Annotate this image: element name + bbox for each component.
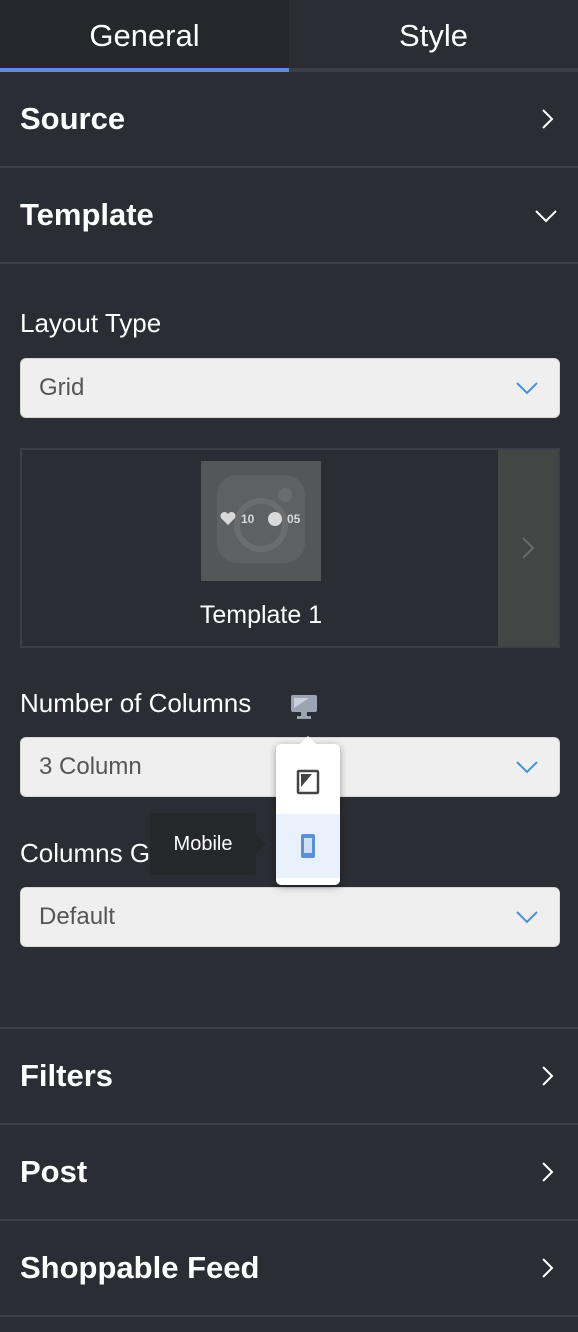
template-thumbnail: 10 05: [201, 461, 321, 581]
columns-gap-value: Default: [39, 903, 116, 930]
chevron-right-icon: [542, 1258, 554, 1278]
section-post-title: Post: [20, 1154, 88, 1189]
device-option-mobile[interactable]: [276, 814, 340, 878]
section-filters-title: Filters: [20, 1058, 114, 1093]
section-template[interactable]: Template: [0, 168, 578, 264]
template-name: Template 1: [199, 601, 323, 629]
chevron-right-icon: [542, 109, 554, 129]
section-source[interactable]: Source: [0, 72, 578, 168]
section-source-title: Source: [20, 101, 126, 136]
section-shoppable-feed[interactable]: Shoppable Feed: [0, 1221, 578, 1317]
section-filters[interactable]: Filters: [0, 1029, 578, 1125]
tablet-icon: [296, 769, 320, 795]
chevron-down-icon: [516, 911, 538, 924]
mobile-icon: [301, 834, 315, 858]
template-next-button[interactable]: [498, 450, 558, 646]
device-option-tablet[interactable]: [276, 750, 340, 814]
template-card[interactable]: 10 05 Template 1: [22, 450, 500, 646]
device-tooltip: Mobile: [150, 813, 266, 875]
chevron-down-icon: [516, 761, 538, 774]
columns-gap-select[interactable]: Default: [20, 887, 560, 947]
section-post[interactable]: Post: [0, 1125, 578, 1221]
tab-style[interactable]: Style: [289, 0, 578, 72]
tab-general[interactable]: General: [0, 0, 289, 72]
chevron-right-icon: [542, 1162, 554, 1182]
tooltip-text: Mobile: [173, 832, 233, 855]
section-shoppable-title: Shoppable Feed: [20, 1250, 260, 1285]
template-picker: 10 05 Template 1: [20, 448, 560, 648]
layout-type-select[interactable]: Grid: [20, 358, 560, 418]
thumb-likes: 10: [241, 512, 255, 526]
num-columns-value: 3 Column: [39, 753, 142, 780]
num-columns-label-text: Number of Columns: [20, 688, 252, 718]
chevron-down-icon: [535, 210, 557, 223]
section-template-title: Template: [20, 197, 154, 232]
panel-tabs: General Style: [0, 0, 578, 72]
tab-general-label: General: [89, 18, 200, 53]
chevron-right-icon: [542, 1066, 554, 1086]
device-dropdown: [276, 736, 340, 885]
chevron-down-icon: [516, 382, 538, 395]
layout-type-label: Layout Type: [20, 308, 162, 338]
chevron-right-icon: [522, 537, 535, 559]
layout-type-value: Grid: [39, 374, 85, 401]
num-columns-label: Number of Columns: [20, 688, 251, 719]
likes-comments-icon: [220, 511, 282, 526]
desktop-icon[interactable]: [289, 693, 319, 721]
tab-style-label: Style: [399, 18, 468, 53]
thumb-comments: 05: [287, 512, 301, 526]
